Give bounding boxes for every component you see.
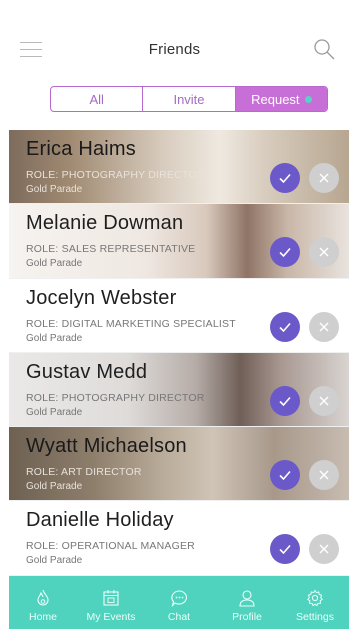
calendar-icon — [103, 590, 119, 606]
decline-button[interactable] — [309, 163, 339, 193]
tabbar-home-label: Home — [28, 611, 57, 623]
close-icon — [319, 544, 329, 554]
friend-row[interactable]: Danielle Holiday ROLE: OPERATIONAL MANAG… — [9, 501, 349, 576]
tab-all[interactable]: All — [51, 87, 144, 111]
check-icon — [279, 173, 291, 184]
friend-name: Gustav Medd — [26, 360, 148, 383]
person-icon — [239, 590, 255, 607]
friend-row[interactable]: Melanie Dowman ROLE: SALES REPRESENTATIV… — [9, 204, 349, 279]
friend-role: ROLE: PHOTOGRAPHY DIRECTOR — [26, 169, 205, 181]
tabbar-profile[interactable]: Profile — [213, 576, 281, 629]
page-title: Friends — [148, 41, 201, 58]
friend-company: Gold Parade — [26, 258, 83, 270]
friend-role: ROLE: DIGITAL MARKETING SPECIALIST — [26, 317, 236, 330]
search-icon[interactable] — [313, 38, 335, 60]
accept-button[interactable] — [270, 311, 300, 342]
tabbar-chat[interactable]: Chat — [145, 576, 213, 629]
close-icon — [319, 470, 329, 480]
close-icon — [319, 322, 329, 332]
bottom-tab-bar: Home My Events Chat Profile Settings — [9, 576, 349, 629]
check-icon — [279, 322, 291, 332]
tabbar-home[interactable]: Home — [9, 576, 77, 629]
tabbar-chat-label: Chat — [167, 611, 191, 623]
decline-button[interactable] — [309, 311, 339, 342]
app-header: Friends — [0, 0, 349, 78]
friend-name: Jocelyn Webster — [26, 286, 177, 309]
friend-role: ROLE: PHOTOGRAPHY DIRECTOR — [26, 391, 205, 404]
flame-icon — [37, 589, 49, 606]
check-icon — [279, 545, 291, 555]
tab-request[interactable]: Request — [235, 87, 327, 111]
friend-row[interactable]: Wyatt Michaelson ROLE: ART DIRECTOR Gold… — [9, 427, 349, 502]
check-icon — [279, 471, 291, 481]
friend-role: ROLE: SALES REPRESENTATIVE — [26, 243, 196, 256]
accept-button[interactable] — [270, 163, 300, 193]
tabbar-settings[interactable]: Settings — [281, 576, 349, 629]
friend-role: ROLE: OPERATIONAL MANAGER — [26, 540, 195, 553]
accept-button[interactable] — [270, 385, 300, 416]
friend-name: Danielle Holiday — [26, 509, 174, 532]
tabbar-my-events-label: My Events — [86, 611, 136, 623]
tabbar-settings-label: Settings — [296, 611, 334, 623]
accept-button[interactable] — [270, 460, 300, 491]
check-icon — [279, 248, 291, 258]
friend-company: Gold Parade — [26, 555, 83, 567]
close-icon — [319, 173, 329, 183]
gear-icon — [307, 589, 323, 607]
friend-row[interactable]: Jocelyn Webster ROLE: DIGITAL MARKETING … — [9, 278, 349, 353]
tabbar-profile-label: Profile — [232, 611, 262, 623]
close-icon — [319, 396, 329, 406]
chat-bubble-icon — [170, 590, 187, 607]
friend-name: Melanie Dowman — [26, 212, 184, 235]
friend-company: Gold Parade — [26, 332, 83, 344]
tab-invite-label: Invite — [173, 91, 205, 107]
decline-button[interactable] — [309, 385, 339, 416]
notification-dot — [304, 95, 312, 103]
friend-company: Gold Parade — [26, 481, 83, 493]
decline-button[interactable] — [309, 460, 339, 491]
close-icon — [319, 247, 329, 257]
friend-request-list: Erica Haims ROLE: PHOTOGRAPHY DIRECTOR G… — [9, 130, 349, 576]
friend-name: Wyatt Michaelson — [26, 435, 187, 458]
tab-invite[interactable]: Invite — [143, 87, 236, 111]
friend-company: Gold Parade — [26, 406, 83, 418]
check-icon — [279, 396, 291, 407]
friend-role: ROLE: ART DIRECTOR — [26, 466, 142, 479]
friend-row[interactable]: Gustav Medd ROLE: PHOTOGRAPHY DIRECTOR G… — [9, 352, 349, 428]
segment-tabs: All Invite Request — [50, 86, 328, 112]
friend-row[interactable]: Erica Haims ROLE: PHOTOGRAPHY DIRECTOR G… — [9, 130, 349, 205]
friend-name: Erica Haims — [26, 138, 136, 160]
tab-all-label: All — [89, 91, 104, 107]
friend-company: Gold Parade — [26, 184, 83, 195]
tabbar-my-events[interactable]: My Events — [77, 576, 145, 629]
tab-request-label: Request — [251, 91, 300, 107]
